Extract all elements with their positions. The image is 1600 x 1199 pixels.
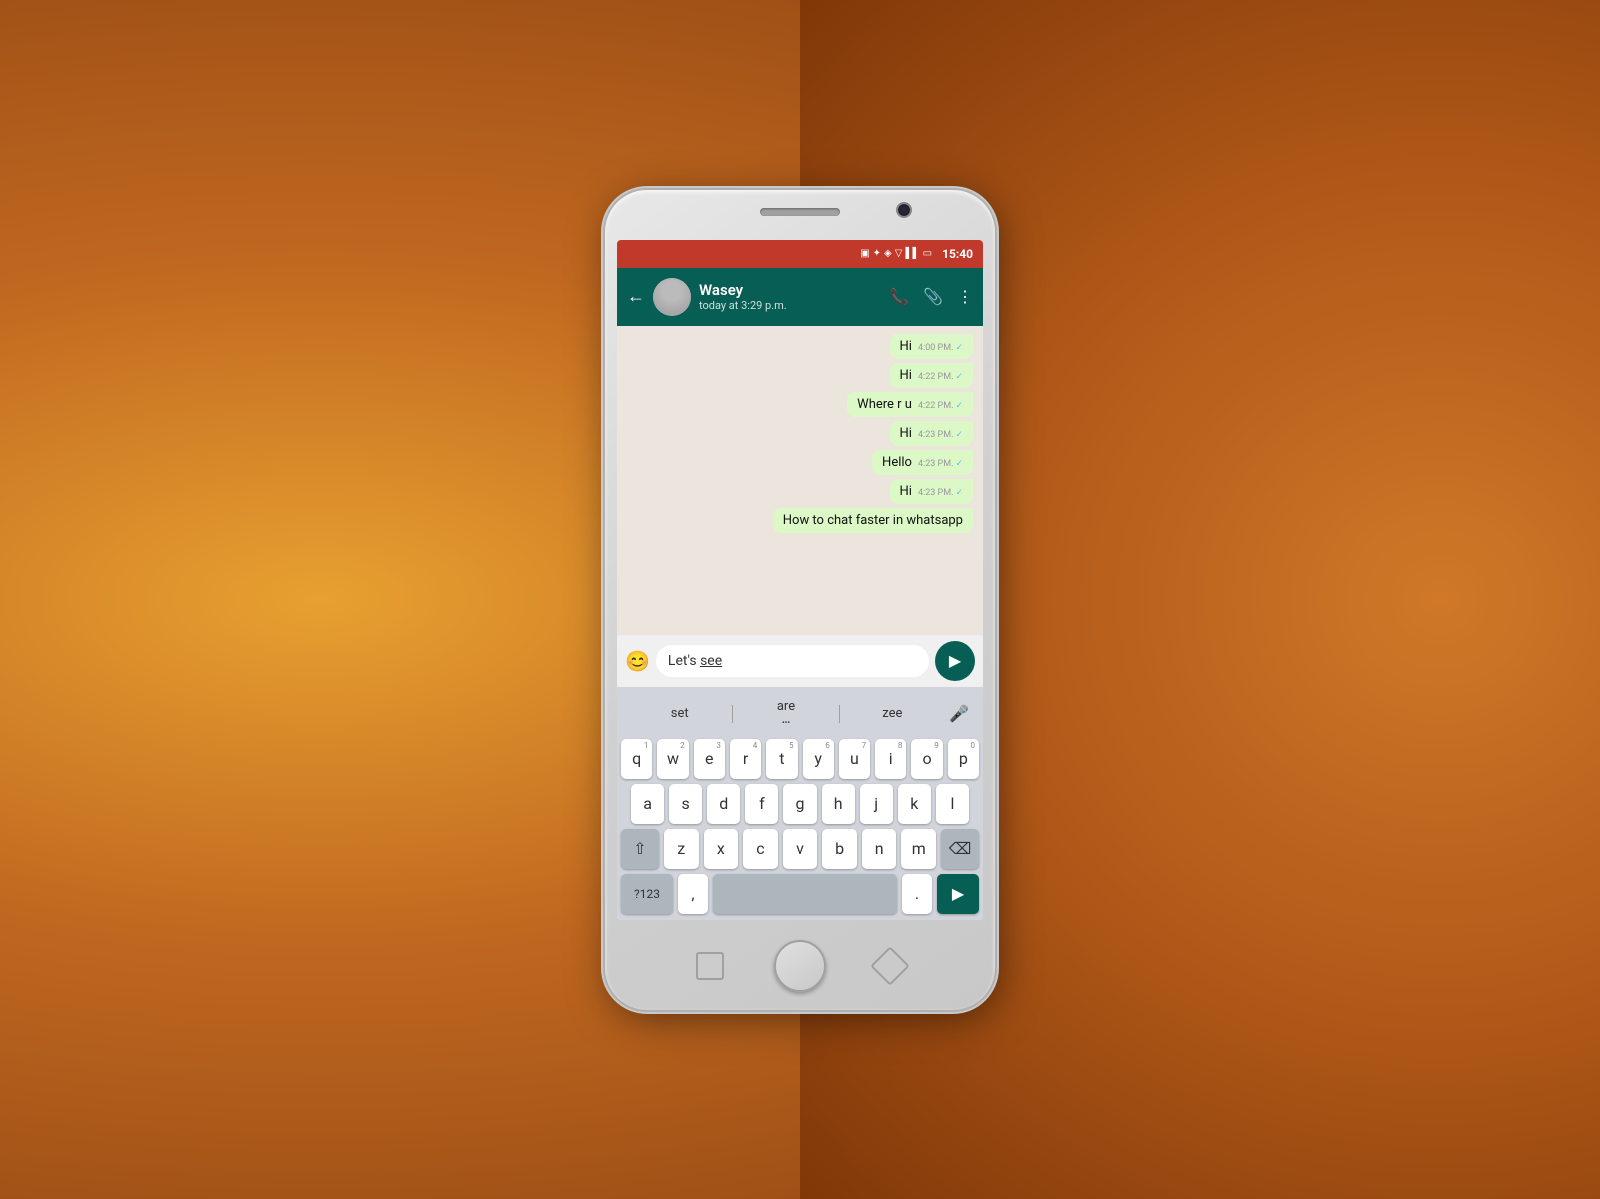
status-time: 15:40 xyxy=(942,247,973,261)
contact-info: Wasey today at 3:29 p.m. xyxy=(699,281,881,312)
nav-recent-btn[interactable] xyxy=(696,952,724,980)
key-b[interactable]: b xyxy=(822,829,857,869)
contact-status: today at 3:29 p.m. xyxy=(699,299,881,312)
chat-area: Hi 4:00 PM. ✓ Hi 4:22 PM. ✓ Where r u 4:… xyxy=(617,326,983,635)
key-h[interactable]: h xyxy=(822,784,855,824)
avatar-image xyxy=(653,278,691,316)
screen-content: ▣ ✦ ◈ ▽ ▌▌ ▭ 15:40 ← Wa xyxy=(617,240,983,920)
key-g[interactable]: g xyxy=(783,784,816,824)
key-row-2: a s d f g h j k l xyxy=(621,784,979,824)
key-row-3: ⇧ z x c v b n m ⌫ xyxy=(621,829,979,869)
key-p[interactable]: 0p xyxy=(948,739,979,779)
phone: ▣ ✦ ◈ ▽ ▌▌ ▭ 15:40 ← Wa xyxy=(605,190,995,1010)
suggestion-are[interactable]: are••• xyxy=(733,697,838,731)
key-a[interactable]: a xyxy=(631,784,664,824)
battery-icon: ▭ xyxy=(923,248,932,259)
msg-text-4: Hi xyxy=(900,426,912,441)
suggestion-set[interactable]: set xyxy=(627,704,732,723)
suggestions-row: set are••• zee 🎤 xyxy=(621,693,979,735)
key-s[interactable]: s xyxy=(669,784,702,824)
msg-text-7: How to chat faster in whatsapp xyxy=(783,513,963,528)
keyboard: set are••• zee 🎤 1q 2w 3e 4r 5t xyxy=(617,687,983,920)
comma-key[interactable]: , xyxy=(678,874,708,914)
key-w[interactable]: 2w xyxy=(657,739,688,779)
msg-text-2: Hi xyxy=(900,368,912,383)
shift-key[interactable]: ⇧ xyxy=(621,829,659,869)
message-7: How to chat faster in whatsapp xyxy=(773,508,973,533)
bluetooth-icon: ✦ xyxy=(873,248,881,259)
msg-text-5: Hello xyxy=(882,455,912,470)
key-q[interactable]: 1q xyxy=(621,739,652,779)
back-button[interactable]: ← xyxy=(627,286,645,307)
send-icon: ▶ xyxy=(949,651,961,670)
key-row-1: 1q 2w 3e 4r 5t 6y 7u 8i 9o 0p xyxy=(621,739,979,779)
backspace-key[interactable]: ⌫ xyxy=(941,829,979,869)
msg-meta-6: 4:23 PM. ✓ xyxy=(918,488,963,498)
msg-meta-3: 4:22 PM. ✓ xyxy=(918,401,963,411)
key-c[interactable]: c xyxy=(743,829,778,869)
status-icons: ▣ ✦ ◈ ▽ ▌▌ ▭ xyxy=(860,248,932,259)
message-6: Hi 4:23 PM. ✓ xyxy=(890,479,973,504)
wifi-icon: ▽ xyxy=(895,248,903,259)
key-f[interactable]: f xyxy=(745,784,778,824)
msg-text-1: Hi xyxy=(900,339,912,354)
suggestion-zee[interactable]: zee xyxy=(840,704,945,723)
message-3: Where r u 4:22 PM. ✓ xyxy=(847,392,973,417)
nfc-icon: ◈ xyxy=(884,248,892,259)
phone-camera xyxy=(898,204,910,216)
signal-icon: ▣ xyxy=(860,248,869,259)
signal-bars-icon: ▌▌ xyxy=(905,248,919,259)
header-icons: 📞 📎 ⋮ xyxy=(889,287,973,306)
phone-call-icon[interactable]: 📞 xyxy=(889,287,909,306)
message-4: Hi 4:23 PM. ✓ xyxy=(890,421,973,446)
msg-meta-1: 4:00 PM. ✓ xyxy=(918,343,963,353)
msg-meta-5: 4:23 PM. ✓ xyxy=(918,459,963,469)
key-y[interactable]: 6y xyxy=(803,739,834,779)
video-call-icon[interactable]: 📎 xyxy=(923,287,943,306)
contact-name: Wasey xyxy=(699,281,881,299)
home-button[interactable] xyxy=(774,940,826,992)
key-v[interactable]: v xyxy=(783,829,818,869)
msg-text-6: Hi xyxy=(900,484,912,499)
mic-icon[interactable]: 🎤 xyxy=(945,704,973,723)
message-2: Hi 4:22 PM. ✓ xyxy=(890,363,973,388)
msg-meta-4: 4:23 PM. ✓ xyxy=(918,430,963,440)
msg-meta-2: 4:22 PM. ✓ xyxy=(918,372,963,382)
key-m[interactable]: m xyxy=(901,829,936,869)
key-t[interactable]: 5t xyxy=(766,739,797,779)
status-bar: ▣ ✦ ◈ ▽ ▌▌ ▭ 15:40 xyxy=(617,240,983,268)
numbers-key[interactable]: ?123 xyxy=(621,874,673,914)
msg-text-3: Where r u xyxy=(857,397,912,412)
phone-bottom xyxy=(696,940,904,992)
nav-back-btn[interactable] xyxy=(870,946,910,986)
message-1: Hi 4:00 PM. ✓ xyxy=(890,334,973,359)
more-options-icon[interactable]: ⋮ xyxy=(957,287,973,306)
avatar xyxy=(653,278,691,316)
phone-screen: ▣ ✦ ◈ ▽ ▌▌ ▭ 15:40 ← Wa xyxy=(617,240,983,920)
space-key[interactable] xyxy=(713,874,897,914)
key-n[interactable]: n xyxy=(862,829,897,869)
send-button[interactable]: ▶ xyxy=(935,641,975,681)
key-i[interactable]: 8i xyxy=(875,739,906,779)
scene: ▣ ✦ ◈ ▽ ▌▌ ▭ 15:40 ← Wa xyxy=(540,75,1060,1125)
key-x[interactable]: x xyxy=(704,829,739,869)
key-r[interactable]: 4r xyxy=(730,739,761,779)
key-o[interactable]: 9o xyxy=(911,739,942,779)
key-k[interactable]: k xyxy=(898,784,931,824)
wa-header: ← Wasey today at 3:29 p.m. 📞 📎 ⋮ xyxy=(617,268,983,326)
keyboard-send-key[interactable]: ▶ xyxy=(937,874,979,914)
phone-speaker xyxy=(760,208,840,216)
key-u[interactable]: 7u xyxy=(839,739,870,779)
key-l[interactable]: l xyxy=(936,784,969,824)
message-5: Hello 4:23 PM. ✓ xyxy=(872,450,973,475)
message-input[interactable]: Let's see xyxy=(656,645,929,677)
key-row-4: ?123 , . ▶ xyxy=(621,874,979,914)
input-area: 😊 Let's see ▶ xyxy=(617,635,983,687)
key-e[interactable]: 3e xyxy=(694,739,725,779)
key-z[interactable]: z xyxy=(664,829,699,869)
period-key[interactable]: . xyxy=(902,874,932,914)
key-d[interactable]: d xyxy=(707,784,740,824)
key-j[interactable]: j xyxy=(860,784,893,824)
emoji-button[interactable]: 😊 xyxy=(625,649,650,673)
